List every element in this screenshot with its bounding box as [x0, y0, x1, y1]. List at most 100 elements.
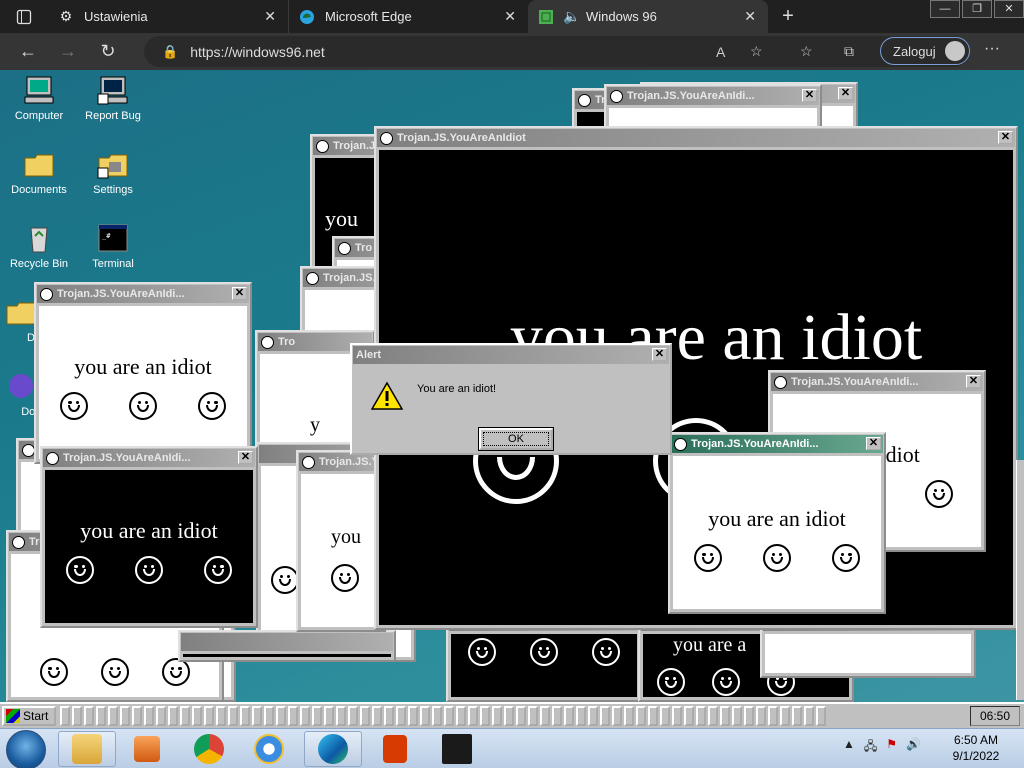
win96-task-button[interactable]	[504, 706, 514, 726]
close-icon[interactable]: ✕	[264, 8, 276, 25]
taskbar-office[interactable]	[366, 731, 424, 767]
alert-dialog[interactable]: Alert ✕ You are an idiot! OK	[350, 343, 672, 455]
speaker-icon[interactable]: 🔈	[563, 8, 580, 25]
win96-task-button[interactable]	[408, 706, 418, 726]
tab-actions-icon[interactable]	[0, 0, 48, 33]
login-button[interactable]: Zaloguj	[880, 37, 970, 65]
win96-task-button[interactable]	[684, 706, 694, 726]
win96-task-button[interactable]	[396, 706, 406, 726]
scrollbar[interactable]	[1016, 460, 1024, 700]
restore-button[interactable]: ❐	[962, 0, 992, 18]
taskbar-app[interactable]	[428, 731, 486, 767]
win96-task-button[interactable]	[156, 706, 166, 726]
win96-task-button[interactable]	[132, 706, 142, 726]
refresh-icon[interactable]: ↻	[88, 41, 128, 62]
win96-task-button[interactable]	[624, 706, 634, 726]
win96-task-button[interactable]	[468, 706, 478, 726]
action-center-icon[interactable]: ⚑	[886, 737, 897, 758]
taskbar-edge[interactable]	[304, 731, 362, 767]
win96-task-button[interactable]	[192, 706, 202, 726]
win96-task-button[interactable]	[660, 706, 670, 726]
win96-task-button[interactable]	[108, 706, 118, 726]
desktop-icon-computer[interactable]: Computer	[2, 74, 76, 122]
win96-task-button[interactable]	[360, 706, 370, 726]
win96-task-button[interactable]	[480, 706, 490, 726]
ok-button[interactable]: OK	[479, 428, 553, 450]
win96-task-button[interactable]	[336, 706, 346, 726]
win96-task-button[interactable]	[804, 706, 814, 726]
win96-task-button[interactable]	[636, 706, 646, 726]
win96-task-button[interactable]	[288, 706, 298, 726]
taskbar-internet-explorer[interactable]	[240, 731, 298, 767]
trojan-window[interactable]: Trojan.JS.YouAreAnIdi... ✕ you are an idi…	[40, 446, 258, 628]
win96-task-button[interactable]	[612, 706, 622, 726]
win96-task-button[interactable]	[816, 706, 826, 726]
read-aloud-icon[interactable]: A	[716, 44, 725, 60]
volume-icon[interactable]: 🔊	[906, 737, 921, 758]
win96-task-button[interactable]	[372, 706, 382, 726]
win96-task-button[interactable]	[600, 706, 610, 726]
win96-task-button[interactable]	[696, 706, 706, 726]
win96-task-button[interactable]	[276, 706, 286, 726]
win96-task-button[interactable]	[60, 706, 70, 726]
trojan-window[interactable]	[178, 630, 396, 662]
win96-task-button[interactable]	[732, 706, 742, 726]
more-options-icon[interactable]: ···	[984, 40, 1000, 58]
desktop-icon-settings[interactable]: Settings	[76, 148, 150, 196]
win96-task-button[interactable]	[144, 706, 154, 726]
close-button[interactable]: ✕	[998, 131, 1013, 144]
win96-task-button[interactable]	[204, 706, 214, 726]
win96-task-button[interactable]	[72, 706, 82, 726]
win96-task-button[interactable]	[300, 706, 310, 726]
win96-task-button[interactable]	[528, 706, 538, 726]
win96-task-button[interactable]	[780, 706, 790, 726]
win96-task-button[interactable]	[768, 706, 778, 726]
close-button[interactable]: ✕	[802, 89, 817, 102]
back-arrow-icon[interactable]: ←	[8, 41, 48, 62]
win96-task-button[interactable]	[576, 706, 586, 726]
minimize-button[interactable]: —	[930, 0, 960, 18]
win96-task-button[interactable]	[228, 706, 238, 726]
network-icon[interactable]: 🖧	[864, 737, 877, 758]
close-button[interactable]: ✕	[652, 348, 667, 361]
new-tab-button[interactable]: +	[768, 0, 808, 33]
win96-task-button[interactable]	[552, 706, 562, 726]
trojan-window-active[interactable]: Trojan.JS.YouAreAnIdi... ✕ you are an idi…	[668, 432, 886, 614]
taskbar-explorer[interactable]	[58, 731, 116, 767]
win96-task-button[interactable]	[792, 706, 802, 726]
desktop-icon-report-bug[interactable]: Report Bug	[76, 74, 150, 122]
win96-task-button[interactable]	[564, 706, 574, 726]
win96-task-button[interactable]	[264, 706, 274, 726]
desktop-icon-terminal[interactable]: _# Terminal	[76, 222, 150, 270]
win96-task-button[interactable]	[588, 706, 598, 726]
tab-windows-96[interactable]: 🔈 Windows 96 ✕	[528, 0, 768, 33]
tab-microsoft-edge[interactable]: Microsoft Edge ✕	[288, 0, 528, 33]
address-bar[interactable]: 🔒 https://windows96.net A ☆ ☆ ⧉	[144, 36, 970, 67]
lock-icon[interactable]: 🔒	[162, 44, 178, 60]
collections-icon[interactable]: ⧉	[844, 43, 854, 60]
trojan-window[interactable]: Trojan.JS.YouAreAnIdi... ✕ you are an idi…	[34, 282, 252, 464]
tab-settings[interactable]: ⚙ Ustawienia ✕	[48, 0, 288, 33]
win96-task-button[interactable]	[168, 706, 178, 726]
win96-task-button[interactable]	[312, 706, 322, 726]
win96-task-button[interactable]	[648, 706, 658, 726]
win96-task-button[interactable]	[456, 706, 466, 726]
close-icon[interactable]: ✕	[744, 8, 756, 25]
start-button[interactable]: Start	[2, 706, 56, 726]
win96-task-button[interactable]	[324, 706, 334, 726]
win96-task-button[interactable]	[216, 706, 226, 726]
windows-clock[interactable]: 6:50 AM 9/1/2022	[936, 732, 1016, 764]
win96-task-button[interactable]	[516, 706, 526, 726]
close-button[interactable]: ✕	[238, 451, 253, 464]
favorites-icon[interactable]: ☆	[800, 43, 813, 60]
win96-task-button[interactable]	[672, 706, 682, 726]
win96-task-button[interactable]	[180, 706, 190, 726]
desktop-icon-recycle-bin[interactable]: Recycle Bin	[2, 222, 76, 270]
win96-task-button[interactable]	[240, 706, 250, 726]
windows-start-orb[interactable]	[6, 730, 46, 768]
forward-arrow-icon[interactable]: →	[48, 41, 88, 62]
win96-task-button[interactable]	[492, 706, 502, 726]
taskbar-media-player[interactable]	[118, 731, 176, 767]
win96-task-button[interactable]	[756, 706, 766, 726]
win96-task-button[interactable]	[444, 706, 454, 726]
